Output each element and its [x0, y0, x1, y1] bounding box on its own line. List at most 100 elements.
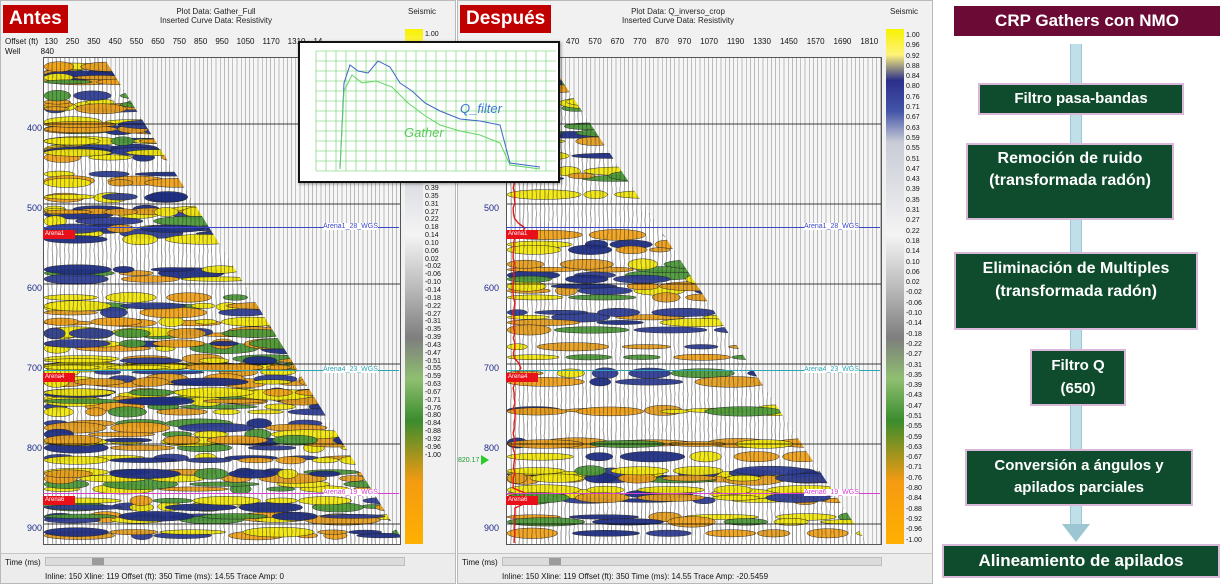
flow-step-multiples: Eliminación de Multiples (transformada r…: [954, 252, 1198, 330]
colorbar-tick-label: 0.84: [906, 72, 922, 82]
colorbar-tick-label: 0.06: [425, 248, 441, 256]
reflector-lobe: [44, 359, 114, 363]
spectrum-inset: Q_filter Gather: [298, 41, 560, 183]
reflector-lobe: [622, 345, 671, 349]
offset-tick-label: 870: [655, 37, 668, 46]
colorbar-tick-label: 0.14: [425, 232, 441, 240]
reflector-lobe: [238, 458, 273, 463]
horizon-marker: Arena6: [43, 496, 75, 505]
horizon-marker: Arena1: [43, 230, 75, 239]
offset-tick-label: 1190: [727, 37, 744, 46]
colorbar-tick-label: -0.92: [906, 515, 922, 525]
time-tick-label: 800: [484, 443, 499, 453]
seismic-label: Seismic: [408, 7, 436, 16]
cursor-marker: 820.17: [458, 455, 489, 465]
flow-step-angles: Conversión a ángulos y apilados parciale…: [965, 449, 1193, 506]
horizontal-scrollbar[interactable]: [502, 557, 882, 566]
offset-tick-label: 350: [87, 37, 100, 46]
colorbar-tick-label: -0.71: [906, 463, 922, 473]
offset-tick-label: 130: [44, 37, 57, 46]
colorbar-tick-label: -0.06: [906, 299, 922, 309]
offset-tick-label: 450: [109, 37, 122, 46]
colorbar-tick-label: 0.31: [906, 206, 922, 216]
colorbar-tick-label: -0.84: [906, 494, 922, 504]
reflector-lobe: [662, 475, 717, 481]
reflector-lobe: [44, 121, 116, 127]
reflector-lobe: [223, 295, 248, 301]
colorbar-tick-label: -0.43: [425, 342, 441, 350]
flow-arrowhead: [1062, 524, 1090, 542]
colorbar-tick-label: -0.35: [906, 371, 922, 381]
reflector-lobe: [110, 458, 177, 463]
curve-label-qfilter: Q_filter: [460, 101, 503, 116]
reflector-lobe: [734, 466, 808, 475]
right-colorbar: [886, 29, 904, 544]
plot-title: Plot Data: Gather_Full Inserted Curve Da…: [151, 7, 281, 25]
reflector-lobe: [121, 276, 179, 283]
reflector-lobe: [673, 354, 730, 360]
reflector-lobe: [107, 365, 170, 369]
reflector-lobe: [340, 476, 366, 482]
flow-step-alignment: Alineamiento de apilados: [942, 544, 1220, 578]
colorbar-tick-label: -0.59: [425, 373, 441, 381]
colorbar-tick-label: 0.92: [906, 52, 922, 62]
colorbar-tick-label: 0.55: [906, 144, 922, 154]
horizontal-scrollbar[interactable]: [45, 557, 405, 566]
colorbar-tick-label: 1.00: [906, 31, 922, 41]
colorbar-tick-label: -0.88: [425, 428, 441, 436]
reflector-lobe: [132, 378, 169, 387]
colorbar-tick-label: -0.43: [906, 391, 922, 401]
offset-tick-label: 1450: [780, 37, 798, 46]
reflector-lobe: [713, 495, 760, 500]
offset-tick-label: 850: [194, 37, 207, 46]
reflector-lobe: [507, 518, 585, 526]
reflector-lobe: [213, 409, 240, 414]
horizon-marker: Arena6: [506, 496, 538, 505]
reflector-lobe: [568, 295, 636, 300]
colorbar-tick-label: 0.27: [425, 209, 441, 217]
right-seismic-plot[interactable]: [506, 57, 882, 545]
reflector-lobe: [110, 445, 175, 451]
colorbar-tick-label: 0.18: [425, 224, 441, 232]
colorbar-tick-label: 0.31: [425, 201, 441, 209]
offset-tick-label: 470: [566, 37, 579, 46]
colorbar-tick-label: -0.55: [906, 422, 922, 432]
horizon-label: Arena1_28_WGS: [804, 223, 859, 230]
colorbar-tick-label: -1.00: [906, 536, 922, 546]
reflector-lobe: [109, 529, 158, 534]
colorbar-tick-label: -0.06: [425, 271, 441, 279]
colorbar-tick-label: -0.18: [906, 330, 922, 340]
reflector-lobe: [757, 530, 790, 537]
time-tick-label: 900: [27, 523, 42, 533]
reflector-lobe: [649, 248, 670, 252]
colorbar-tick-label: 0.39: [906, 185, 922, 195]
colorbar-tick-label: 0.96: [906, 41, 922, 51]
colorbar-tick-label: 0.76: [906, 93, 922, 103]
colorbar-tick-label: -1.00: [425, 452, 441, 460]
reflector-lobe: [174, 388, 254, 398]
well-label: Well 840: [5, 47, 54, 56]
time-tick-label: 700: [27, 363, 42, 373]
flow-title: CRP Gathers con NMO: [954, 6, 1220, 36]
time-tick-label: 800: [27, 443, 42, 453]
reflector-lobe: [734, 452, 779, 462]
reflector-lobe: [248, 446, 296, 451]
colorbar-tick-label: -0.71: [425, 397, 441, 405]
reflector-lobe: [673, 466, 723, 475]
reflector-lobe: [566, 355, 612, 360]
colorbar-tick-label: 0.14: [906, 247, 922, 257]
reflector-lobe: [44, 194, 95, 199]
colorbar-tick-label: -0.80: [906, 484, 922, 494]
offset-tick-label: 770: [633, 37, 646, 46]
colorbar-tick-label: 0.02: [425, 256, 441, 264]
colorbar-tick-label: -0.88: [906, 505, 922, 515]
reflector-lobe: [228, 470, 276, 479]
offset-tick-label: 1570: [807, 37, 825, 46]
horizon-label: Arena6_19_WGS: [804, 489, 859, 496]
horizon-label: Arena4_23_WGS: [323, 366, 378, 373]
reflector-lobe: [507, 260, 544, 268]
flow-step-noise: Remoción de ruido (transformada radón): [966, 143, 1174, 220]
colorbar-tick-label: -0.10: [906, 309, 922, 319]
offset-tick-label: 1330: [753, 37, 771, 46]
colorbar-tick-label: -0.02: [425, 263, 441, 271]
